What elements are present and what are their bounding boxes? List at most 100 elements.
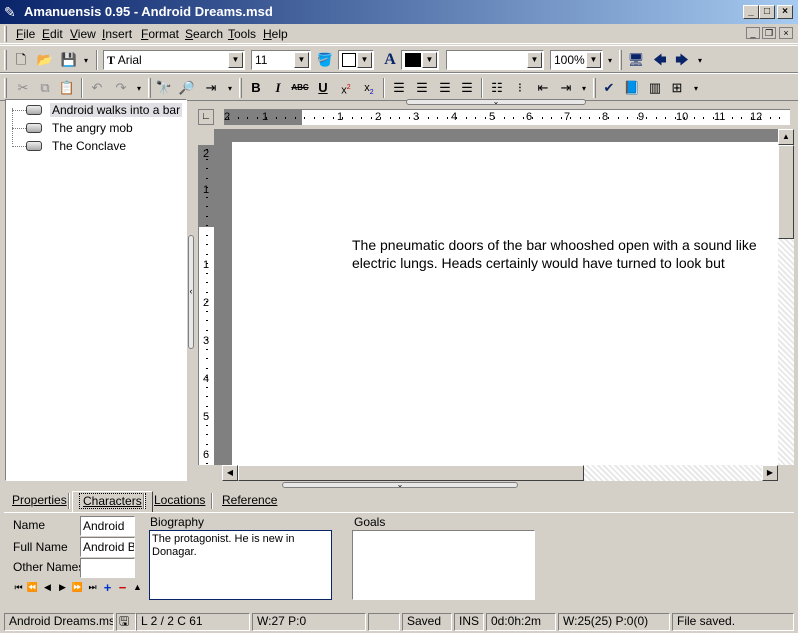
chevron-down-icon[interactable]: ▼	[357, 52, 372, 68]
zoom-select[interactable]: 100% ▼	[550, 50, 603, 70]
paste-icon[interactable]: 📋	[58, 79, 76, 97]
bullet-list-icon[interactable]: ☷	[488, 79, 506, 97]
numbered-list-icon[interactable]: ⁝	[511, 79, 529, 97]
toolbar-overflow-arrow[interactable]: ▾	[580, 84, 588, 94]
toolbar-overflow-arrow[interactable]: ▾	[692, 84, 700, 94]
cut-icon[interactable]: ✂	[14, 79, 32, 97]
mdi-close-button[interactable]: ×	[779, 27, 793, 39]
toolbar-overflow-arrow[interactable]: ▾	[226, 84, 234, 94]
font-color-select[interactable]: ▼	[401, 50, 439, 70]
horizontal-scroll-thumb[interactable]	[238, 465, 584, 481]
font-color-icon[interactable]: A	[381, 51, 399, 69]
indent-icon[interactable]: ⇥	[557, 79, 575, 97]
prior-page-icon[interactable]: ⏪	[26, 581, 39, 594]
biography-memo[interactable]: The protagonist. He is new in Donagar.	[149, 530, 332, 600]
first-record-icon[interactable]: ⏮	[12, 581, 25, 594]
panel-splitter-handle[interactable]: ⌄	[282, 481, 518, 489]
vertical-scroll-thumb[interactable]	[778, 145, 794, 239]
tab-stop-selector[interactable]: ∟	[198, 109, 214, 125]
italic-icon[interactable]: I	[269, 79, 287, 97]
menu-view[interactable]: View	[70, 27, 96, 41]
last-record-icon[interactable]: ⏭	[86, 581, 99, 594]
save-dropdown-arrow[interactable]: ▾	[82, 56, 90, 66]
font-name-select[interactable]: T Arial ▼	[103, 50, 245, 70]
document-text[interactable]: The pneumatic doors of the bar whooshed …	[352, 236, 782, 272]
tab-characters[interactable]: Characters	[72, 491, 153, 513]
subscript-icon[interactable]: x2	[360, 79, 378, 97]
close-button[interactable]: ×	[777, 5, 793, 19]
thesaurus-book-icon[interactable]: 📘	[623, 79, 641, 97]
new-document-icon[interactable]: 🗋	[12, 51, 30, 69]
toolbar-overflow-arrow[interactable]: ▾	[696, 56, 704, 66]
scroll-left-button[interactable]: ◀	[222, 465, 238, 481]
menu-file[interactable]: File	[16, 27, 35, 41]
word-count-icon[interactable]: ▥	[646, 79, 664, 97]
add-record-icon[interactable]: +	[101, 581, 114, 594]
spellcheck-icon[interactable]: ✔	[600, 79, 618, 97]
background-color-select[interactable]: ▼	[338, 50, 374, 70]
scene-tree[interactable]: Android walks into a bar The angry mob T…	[5, 99, 187, 481]
vertical-ruler[interactable]: 2 1 1 2 3 4 5 6	[198, 145, 214, 465]
chevron-down-icon[interactable]: ▼	[527, 52, 542, 68]
menu-insert[interactable]: Insert	[102, 27, 132, 41]
arrow-left-icon[interactable]: 🡄	[651, 51, 669, 69]
toolbar-overflow-arrow[interactable]: ▾	[135, 84, 143, 94]
align-right-icon[interactable]: ☰	[436, 79, 454, 97]
menu-help[interactable]: Help	[263, 27, 288, 41]
mdi-restore-button[interactable]: ❐	[762, 27, 776, 39]
justify-icon[interactable]: ☰	[458, 79, 476, 97]
underline-icon[interactable]: U	[314, 79, 332, 97]
document-page[interactable]: The pneumatic doors of the bar whooshed …	[232, 142, 778, 465]
chevron-down-icon[interactable]: ▼	[586, 52, 601, 68]
bold-icon[interactable]: B	[247, 79, 265, 97]
copy-icon[interactable]: ⧉	[36, 79, 54, 97]
style-select[interactable]: ▼	[446, 50, 544, 70]
align-center-icon[interactable]: ☰	[413, 79, 431, 97]
scroll-right-button[interactable]: ▶	[762, 465, 778, 481]
minimize-button[interactable]: _	[743, 5, 759, 19]
mdi-minimize-button[interactable]: _	[746, 27, 760, 39]
open-folder-icon[interactable]: 📂	[36, 51, 54, 69]
binoculars-find-icon[interactable]: 🔭	[155, 79, 173, 97]
other-names-field[interactable]	[80, 558, 135, 578]
tab-locations[interactable]: Locations	[148, 491, 211, 513]
horizontal-ruler[interactable]: 2 1 1 2 3 4 5 6 7 8 9 10 11 12	[224, 109, 790, 125]
maximize-button[interactable]: □	[759, 5, 775, 19]
menu-tools[interactable]: Tools	[228, 27, 256, 41]
font-color-swatch	[405, 53, 421, 67]
strikethrough-icon[interactable]: ABC	[291, 79, 309, 97]
prior-record-icon[interactable]: ◀	[41, 581, 54, 594]
next-page-icon[interactable]: ⏩	[71, 581, 84, 594]
tab-properties[interactable]: Properties	[6, 491, 73, 513]
font-size-select[interactable]: 11 ▼	[251, 50, 311, 70]
goals-memo[interactable]	[352, 530, 535, 600]
outdent-icon[interactable]: ⇤	[534, 79, 552, 97]
save-disk-icon[interactable]: 💾	[60, 51, 78, 69]
toolbar-splitter-handle[interactable]: ⌄	[406, 98, 586, 106]
menu-edit[interactable]: Edit	[42, 27, 63, 41]
add-scene-icon[interactable]: 🖥	[627, 51, 645, 69]
chevron-down-icon[interactable]: ▼	[294, 52, 309, 68]
statistics-icon[interactable]: ⊞	[668, 79, 686, 97]
paint-bucket-icon[interactable]: 🪣	[316, 51, 334, 69]
find-next-icon[interactable]: ⇥	[202, 79, 220, 97]
chevron-down-icon[interactable]: ▼	[228, 52, 243, 68]
align-left-icon[interactable]: ☰	[390, 79, 408, 97]
undo-icon[interactable]: ↶	[88, 79, 106, 97]
edit-record-icon[interactable]: ▲	[131, 581, 144, 594]
arrow-right-icon[interactable]: 🡆	[673, 51, 691, 69]
find-replace-icon[interactable]: 🔎	[178, 79, 196, 97]
toolbar-overflow-arrow[interactable]: ▾	[606, 56, 614, 66]
next-record-icon[interactable]: ▶	[56, 581, 69, 594]
chevron-down-icon[interactable]: ▼	[422, 52, 437, 68]
tab-reference[interactable]: Reference	[216, 491, 283, 513]
full-name-field[interactable]: Android Bl	[80, 537, 135, 557]
tree-splitter-handle[interactable]: ‹	[188, 235, 194, 349]
menu-search[interactable]: Search	[185, 27, 223, 41]
name-field[interactable]: Android	[80, 516, 135, 536]
menu-format[interactable]: Format	[141, 27, 179, 41]
scroll-up-button[interactable]: ▲	[778, 129, 794, 145]
redo-icon[interactable]: ↷	[112, 79, 130, 97]
superscript-icon[interactable]: x2	[337, 79, 355, 97]
delete-record-icon[interactable]: −	[116, 581, 129, 594]
